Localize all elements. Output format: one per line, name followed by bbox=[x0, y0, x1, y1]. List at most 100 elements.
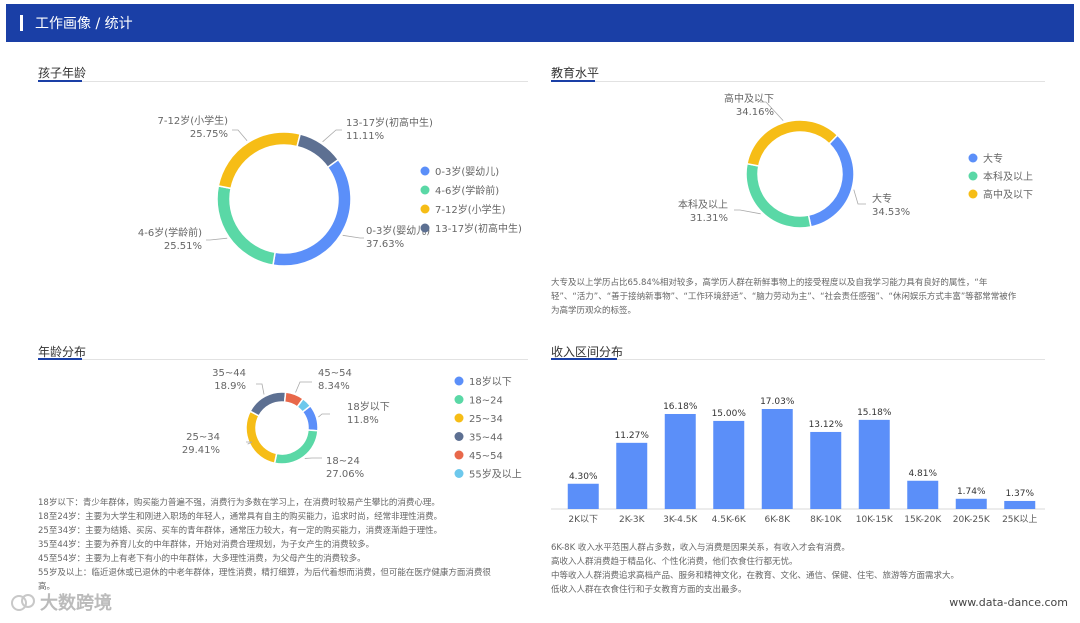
legend-marker bbox=[454, 432, 464, 441]
income-bar bbox=[810, 431, 842, 509]
income-bar bbox=[761, 409, 793, 509]
note-line: 45至54岁：主要为上有老下有小的中年群体，大多理性消费，为父母产生的消费较多。 bbox=[38, 554, 366, 564]
slice-category-label: 13-17岁(初高中生) bbox=[346, 116, 433, 129]
note-line: 高。 bbox=[38, 582, 56, 592]
bar-value-label: 13.12% bbox=[809, 420, 844, 430]
slice-category-label: 18岁以下 bbox=[347, 400, 390, 413]
slice-category-label: 0-3岁(婴幼儿) bbox=[366, 224, 430, 237]
x-tick-label: 10K-15K bbox=[856, 515, 894, 525]
slice-percent-label: 18.9% bbox=[214, 381, 246, 392]
slice-category-label: 35~44 bbox=[212, 368, 246, 379]
bar-value-label: 17.03% bbox=[760, 397, 795, 407]
slice-category-label: 大专 bbox=[872, 192, 892, 205]
legend-marker bbox=[454, 376, 464, 386]
donut-slice bbox=[273, 429, 319, 465]
income-bar bbox=[955, 498, 987, 509]
age-note: 18岁以下：青少年群体，购买能力普遍不强，消费行为多数在学习上，在消费时较易产生… bbox=[38, 496, 538, 594]
note-line: 18至24岁：主要为大学生和刚进入职场的年轻人，通常具有自主的购买能力，追求时尚… bbox=[38, 512, 443, 522]
donut-slice bbox=[249, 391, 287, 417]
education-note: 大专及以上学历占比65.84%相对较多，高学历人群在新鲜事物上的接受程度以及自我… bbox=[551, 276, 1051, 318]
legend-marker bbox=[968, 153, 978, 163]
income-bar bbox=[713, 420, 745, 509]
label-leader-line bbox=[853, 189, 866, 205]
legend-label: 25~34 bbox=[469, 414, 503, 425]
slice-percent-label: 31.31% bbox=[690, 213, 728, 224]
income-bar bbox=[616, 442, 648, 509]
education-donut-chart: 大专34.53%本科及以上31.31%高中及以下34.16%大专本科及以上高中及… bbox=[678, 92, 1033, 229]
header-accent-bar bbox=[20, 15, 23, 31]
note-line: 25至34岁：主要为结婚、买房、买车的青年群体，通常压力较大，有一定的购买能力，… bbox=[38, 526, 443, 536]
legend-label: 18岁以下 bbox=[469, 375, 512, 388]
label-leader-line bbox=[734, 209, 761, 215]
section-underline bbox=[38, 80, 82, 82]
donut-slice bbox=[807, 134, 855, 228]
label-leader-line bbox=[206, 237, 228, 241]
legend-marker bbox=[968, 171, 978, 181]
legend-label: 55岁及以上 bbox=[469, 468, 522, 481]
note-line: 35至44岁：主要为养育儿女的中年群体，开始对消费合理规划，为子女产生的消费较多… bbox=[38, 540, 375, 550]
section-divider bbox=[38, 359, 528, 360]
note-line: 低收入人群在衣食住行和子女教育方面的支出最多。 bbox=[551, 585, 747, 595]
note-line: 大专及以上学历占比65.84%相对较多，高学历人群在新鲜事物上的接受程度以及自我… bbox=[551, 278, 988, 288]
x-tick-label: 15K-20K bbox=[904, 515, 942, 525]
slice-percent-label: 34.53% bbox=[872, 207, 910, 218]
label-leader-line bbox=[256, 383, 265, 395]
bar-value-label: 15.00% bbox=[712, 409, 747, 419]
donut-slice bbox=[745, 162, 812, 229]
income-bar-chart: 4.30% 2K以下 11.27% 2K-3K 16.18% 3K-4.5K 15.00% 4… bbox=[551, 397, 1045, 525]
bar-value-label: 1.74% bbox=[957, 487, 986, 497]
note-line: 中等收入人群消费追求高档产品、服务和精神文化，在教育、文化、通信、保健、住宅、旅… bbox=[551, 571, 960, 581]
slice-category-label: 45~54 bbox=[318, 368, 352, 379]
slice-percent-label: 8.34% bbox=[318, 381, 350, 392]
bar-value-label: 15.18% bbox=[857, 408, 892, 418]
income-note: 6K-8K 收入水平范围人群占多数，收入与消费是因果关系，有收入才会有消费。 高… bbox=[551, 541, 1051, 597]
slice-percent-label: 29.41% bbox=[182, 445, 220, 456]
child-age-donut-chart: 0-3岁(婴幼儿) 37.63% 4-6岁(学龄前) 25.51% 7-12岁(小学生)… bbox=[138, 114, 522, 267]
x-tick-label: 3K-4.5K bbox=[663, 515, 698, 525]
slice-category-label: 7-12岁(小学生) bbox=[158, 114, 229, 127]
legend-marker bbox=[454, 413, 464, 423]
donut-slice bbox=[272, 158, 352, 267]
x-tick-label: 2K-3K bbox=[619, 515, 646, 525]
donut-slice bbox=[296, 133, 340, 169]
legend-label: 18~24 bbox=[469, 396, 503, 407]
note-line: 55岁及以上：临近退休或已退休的中老年群体，理性消费，精打细算，为后代着想而消费… bbox=[38, 568, 491, 578]
label-leader-line bbox=[322, 129, 342, 143]
section-underline bbox=[38, 358, 82, 360]
donut-slice bbox=[217, 131, 302, 190]
x-tick-label: 8K-10K bbox=[810, 515, 842, 525]
income-bar bbox=[858, 419, 890, 509]
slice-percent-label: 27.06% bbox=[326, 469, 364, 480]
note-line: 6K-8K 收入水平范围人群占多数，收入与消费是因果关系，有收入才会有消费。 bbox=[551, 543, 850, 553]
bar-value-label: 16.18% bbox=[663, 402, 698, 412]
section-divider bbox=[551, 81, 1045, 82]
slice-category-label: 18~24 bbox=[326, 456, 360, 467]
x-tick-label: 4.5K-6K bbox=[712, 515, 747, 525]
note-line: 为高学历观众的标签。 bbox=[551, 306, 637, 316]
legend-marker bbox=[420, 204, 430, 214]
slice-percent-label: 25.51% bbox=[164, 241, 202, 252]
legend-label: 7-12岁(小学生) bbox=[435, 203, 506, 216]
note-line: 高收入人群消费趋于精品化、个性化消费，他们衣食住行都无忧。 bbox=[551, 557, 798, 567]
legend-marker bbox=[420, 185, 430, 195]
label-leader-line bbox=[342, 234, 364, 239]
x-tick-label: 25K以上 bbox=[1002, 514, 1037, 525]
legend-label: 高中及以下 bbox=[983, 188, 1033, 201]
slice-percent-label: 34.16% bbox=[736, 107, 774, 118]
slice-percent-label: 37.63% bbox=[366, 239, 404, 250]
section-divider bbox=[38, 81, 528, 82]
page-header: 工作画像 / 统计 bbox=[6, 4, 1074, 42]
page-title: 工作画像 / 统计 bbox=[35, 16, 133, 32]
section-underline bbox=[551, 358, 617, 360]
legend-marker bbox=[420, 223, 430, 233]
brand-logo-text: 大数跨境 bbox=[40, 593, 112, 614]
slice-category-label: 高中及以下 bbox=[724, 92, 774, 105]
footer-url: www.data-dance.com bbox=[949, 596, 1068, 609]
donut-slice bbox=[216, 184, 276, 266]
legend-label: 0-3岁(婴幼儿) bbox=[435, 165, 499, 178]
legend-label: 13-17岁(初高中生) bbox=[435, 222, 522, 235]
slice-percent-label: 11.11% bbox=[346, 131, 384, 142]
legend-label: 本科及以上 bbox=[983, 170, 1033, 183]
income-bar bbox=[664, 413, 696, 509]
note-line: 18岁以下：青少年群体，购买能力普遍不强，消费行为多数在学习上，在消费时较易产生… bbox=[38, 498, 440, 508]
